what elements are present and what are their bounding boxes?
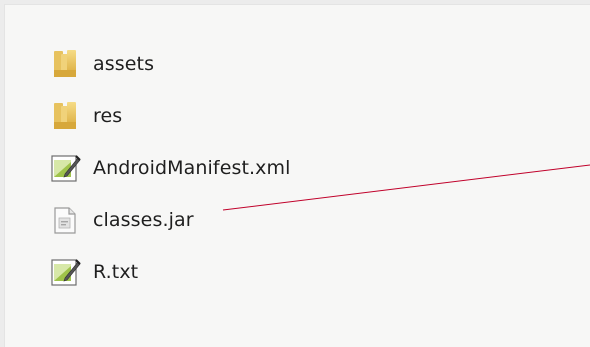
folder-icon bbox=[49, 48, 81, 80]
text-file-icon bbox=[49, 256, 81, 288]
file-item-androidmanifest[interactable]: AndroidManifest.xml bbox=[49, 142, 291, 194]
file-name: assets bbox=[93, 53, 155, 75]
file-name: AndroidManifest.xml bbox=[93, 157, 291, 179]
xml-file-icon bbox=[49, 152, 81, 184]
file-item-res[interactable]: res bbox=[49, 90, 291, 142]
file-name: classes.jar bbox=[93, 209, 194, 231]
file-name: res bbox=[93, 105, 123, 127]
file-item-classes-jar[interactable]: classes.jar bbox=[49, 194, 291, 246]
folder-icon bbox=[49, 100, 81, 132]
file-list: assets res AndroidManifest.xml classes.j… bbox=[49, 38, 291, 298]
file-item-assets[interactable]: assets bbox=[49, 38, 291, 90]
jar-file-icon bbox=[49, 204, 81, 236]
file-item-r-txt[interactable]: R.txt bbox=[49, 246, 291, 298]
explorer-file-pane: assets res AndroidManifest.xml classes.j… bbox=[4, 4, 590, 347]
file-name: R.txt bbox=[93, 261, 139, 283]
